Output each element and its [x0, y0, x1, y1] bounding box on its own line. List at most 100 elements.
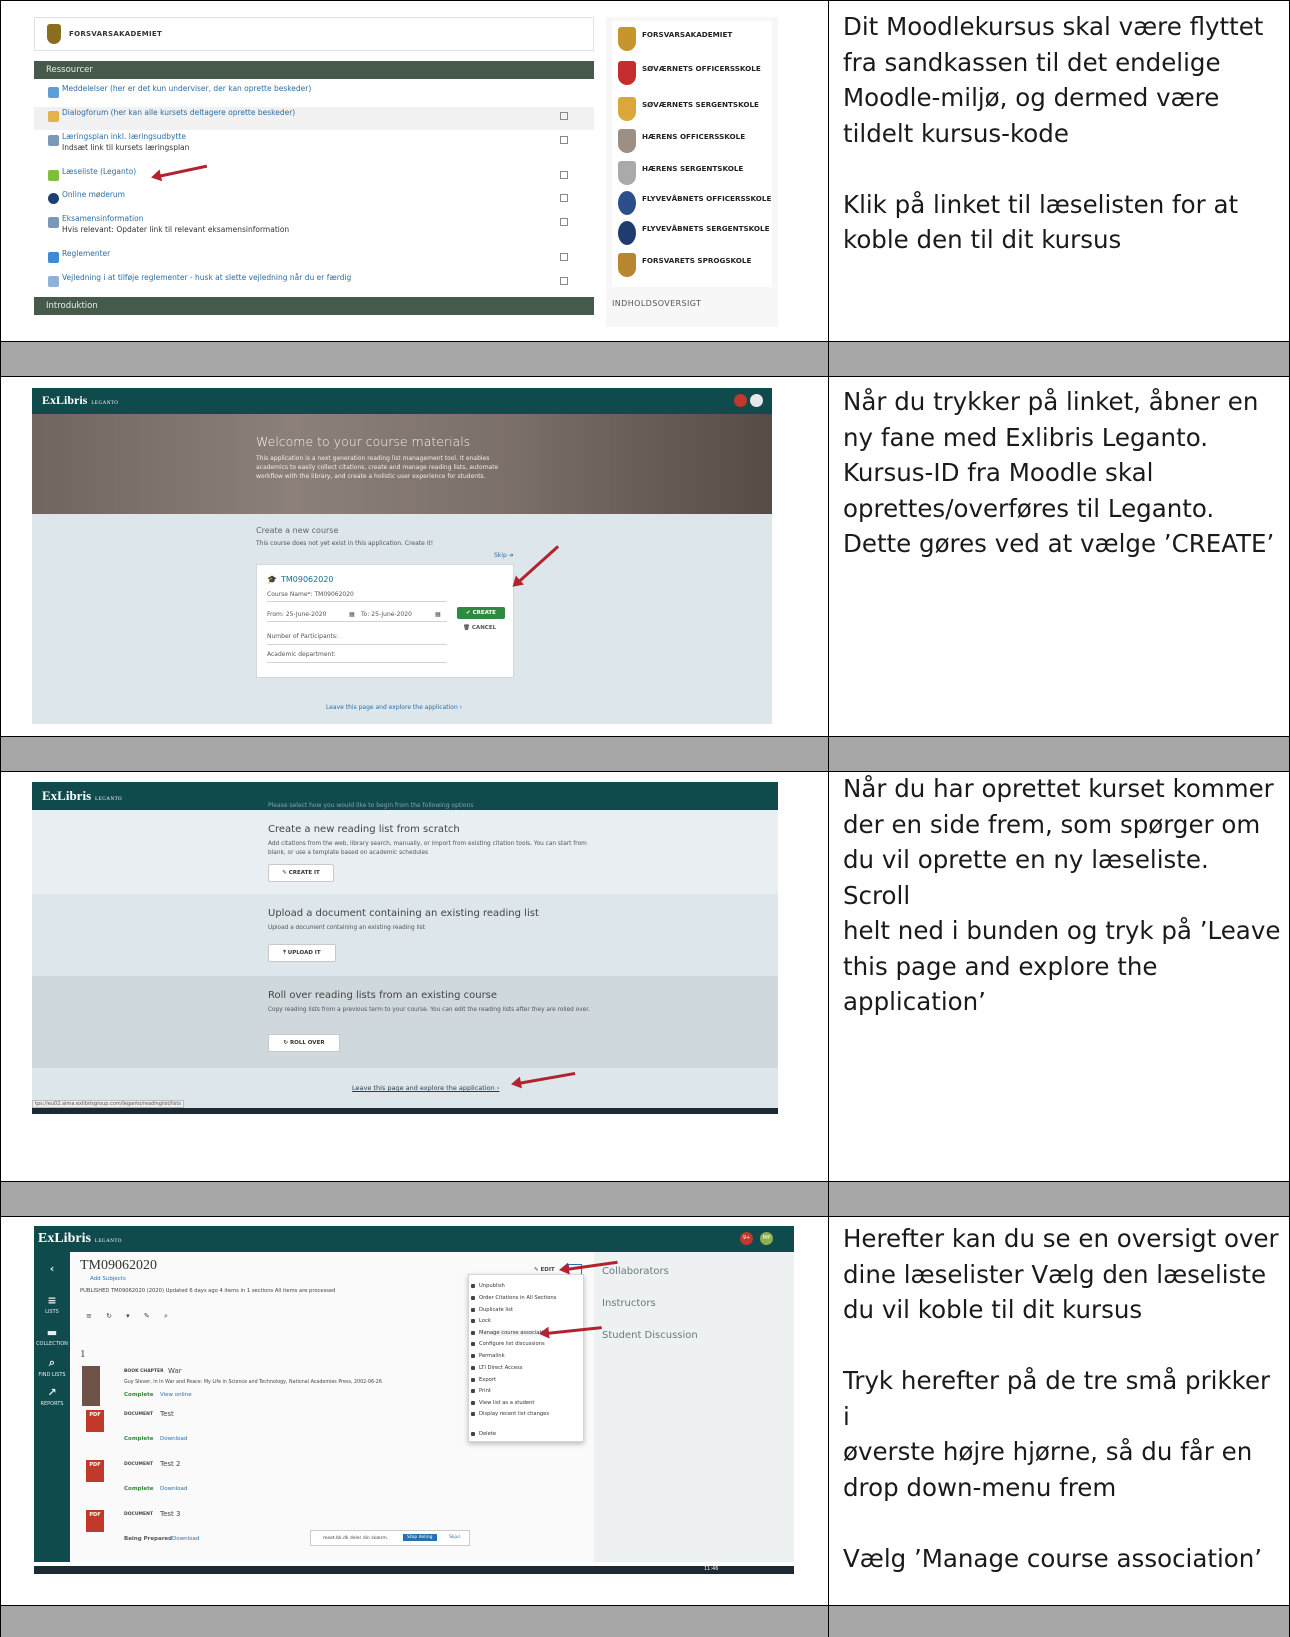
menu-item[interactable]: Duplicate list: [471, 1307, 513, 1313]
hide-button[interactable]: Skjul: [449, 1535, 460, 1540]
student-discussion-link[interactable]: Student Discussion: [602, 1330, 698, 1341]
completion-checkbox[interactable]: [560, 194, 568, 202]
taskbar-edge: [32, 1108, 778, 1114]
item-action[interactable]: Download: [160, 1486, 187, 1492]
skip-link[interactable]: Skip ➔: [494, 552, 514, 559]
resource-link-dialogforum[interactable]: Dialogforum (her kan alle kursets deltag…: [34, 107, 594, 130]
add-subjects-link[interactable]: Add Subjects: [90, 1276, 126, 1282]
completion-checkbox[interactable]: [560, 136, 568, 144]
list-title: TM09062020: [80, 1258, 157, 1273]
resource-link-guide[interactable]: Vejledning i at tilføje reglementer - hu…: [34, 272, 594, 295]
cancel-button[interactable]: 🗑 CANCEL: [463, 625, 496, 631]
pdf-icon: PDF: [86, 1460, 104, 1482]
pdf-icon: PDF: [86, 1410, 104, 1432]
book-cover: [82, 1366, 100, 1406]
completion-checkbox[interactable]: [560, 112, 568, 120]
edit-button[interactable]: ✎ EDIT: [534, 1267, 555, 1273]
crest-icon: [618, 191, 636, 215]
nav-lists[interactable]: ≡ LISTS: [34, 1294, 70, 1315]
nav-find-lists[interactable]: ⌕ FIND LISTS: [34, 1356, 70, 1378]
resource-link-regulations[interactable]: Reglementer: [34, 248, 594, 271]
item-action[interactable]: Download: [160, 1436, 187, 1442]
department-select[interactable]: Academic department:: [267, 651, 336, 658]
create-course-title: Create a new course: [256, 526, 339, 535]
menu-item[interactable]: Unpublish: [471, 1283, 505, 1289]
create-it-button[interactable]: ✎ CREATE IT: [268, 864, 334, 882]
item-title[interactable]: War: [168, 1367, 182, 1375]
graduation-cap-icon: 🎓: [267, 575, 277, 584]
more-options-menu: Unpublish Order Citations in All Section…: [468, 1274, 584, 1442]
field-underline: [267, 644, 447, 645]
menu-item-delete[interactable]: Delete: [470, 1431, 496, 1437]
item-title[interactable]: Test 2: [160, 1460, 180, 1468]
menu-item[interactable]: Export: [471, 1377, 496, 1383]
item-action[interactable]: Download: [172, 1536, 199, 1542]
option-text: Upload a document containing an existing…: [268, 925, 426, 931]
menu-item[interactable]: LTI Direct Access: [470, 1365, 522, 1371]
crest-icon: [618, 129, 636, 153]
windows-taskbar: 11:46: [34, 1566, 794, 1574]
create-button[interactable]: ✔ CREATE: [457, 607, 505, 619]
list-meta: PUBLISHED TM09062020 (2020) Updated 6 da…: [80, 1288, 336, 1294]
brand-logo: ExLibris LEGANTO: [42, 788, 123, 803]
create-course-section: Create a new course This course does not…: [32, 514, 772, 724]
item-title[interactable]: Test: [160, 1410, 174, 1418]
nav-reports[interactable]: ↗ REPORTS: [34, 1386, 70, 1407]
field-underline: [267, 621, 447, 622]
roll-over-button[interactable]: ↻ ROLL OVER: [268, 1034, 340, 1052]
resource-link-announcements[interactable]: Meddelelser (her er det kun underviser, …: [34, 83, 594, 106]
step-description: Når du trykker på linket, åbner en ny fan…: [843, 387, 1275, 558]
resource-link-reading-list[interactable]: Læseliste (Leganto): [34, 166, 594, 189]
end-date-field[interactable]: To: 25-June-2020: [361, 611, 412, 618]
crest-icon: [47, 24, 61, 44]
completion-checkbox[interactable]: [560, 171, 568, 179]
completion-checkbox[interactable]: [560, 253, 568, 261]
calendar-icon[interactable]: ▦: [349, 611, 355, 618]
status-url: tps://eu02.alma.exlibrisgroup.com/legant…: [32, 1100, 184, 1108]
option-rollover: Roll over reading lists from an existing…: [32, 976, 778, 1068]
step-description: Dit Moodlekursus skal være flyttet fra sa…: [843, 12, 1264, 254]
nav-collection[interactable]: ▬ COLLECTION: [34, 1326, 70, 1347]
menu-item[interactable]: View list as a student: [470, 1400, 534, 1406]
stop-sharing-button[interactable]: Stop deling: [403, 1534, 437, 1541]
start-date-field[interactable]: From: 25-June-2020: [267, 611, 326, 618]
menu-item[interactable]: Lock: [471, 1318, 491, 1324]
forum-icon: [48, 87, 59, 98]
item-status: Complete: [124, 1392, 154, 1398]
collaborators-link[interactable]: Collaborators: [602, 1266, 669, 1277]
completion-checkbox[interactable]: [560, 218, 568, 226]
back-icon[interactable]: ‹: [34, 1262, 70, 1277]
table-row-divider: [0, 1216, 1290, 1217]
menu-item[interactable]: Configure list discussions: [471, 1341, 545, 1347]
upload-it-button[interactable]: ⤒ UPLOAD IT: [268, 944, 336, 962]
step-description: Herefter kan du se en oversigt over dine …: [843, 1224, 1279, 1573]
notification-icon[interactable]: 9+: [740, 1232, 753, 1245]
leave-page-link[interactable]: Leave this page and explore the applicat…: [352, 1084, 499, 1092]
avatar[interactable]: MP: [760, 1232, 773, 1245]
resource-link-online-meeting[interactable]: Online møderum: [34, 189, 594, 212]
resource-link-learning-plan[interactable]: Læringsplan inkl. læringsudbytte Indsæt l…: [34, 131, 594, 161]
item-title[interactable]: Test 3: [160, 1510, 180, 1518]
calendar-icon[interactable]: ▦: [435, 611, 441, 618]
crest-icon: [618, 27, 636, 51]
section-header: Ressourcer: [34, 61, 594, 79]
leganto-create-screenshot: ExLibris LEGANTO Welcome to your course m…: [32, 388, 772, 729]
participants-field[interactable]: Number of Participants:: [267, 633, 338, 640]
school-list: FORSVARSAKADEMIET SØVÆRNETS OFFICERSSKOL…: [612, 21, 772, 287]
leave-page-link[interactable]: Leave this page and explore the applicat…: [326, 704, 462, 711]
menu-item[interactable]: Display recent list changes: [470, 1411, 549, 1417]
menu-item[interactable]: Order Citations in All Sections: [470, 1295, 556, 1301]
course-name-field[interactable]: Course Name*: TM09062020: [267, 591, 354, 598]
avatar[interactable]: [750, 394, 763, 407]
notification-icon[interactable]: [734, 394, 747, 407]
item-status: Being Prepared: [124, 1536, 173, 1542]
resource-link-exam-info[interactable]: Eksamensinformation Hvis relevant: Opdate…: [34, 213, 594, 243]
menu-item[interactable]: Print: [471, 1388, 491, 1394]
menu-item[interactable]: Permalink: [471, 1353, 505, 1359]
list-side-panel: Collaborators Instructors Student Discus…: [594, 1252, 794, 1562]
toolbar-icons[interactable]: ≡ ↻ ▾ ✎ ⌕: [86, 1312, 174, 1321]
completion-checkbox[interactable]: [560, 277, 568, 285]
item-action[interactable]: View online: [160, 1392, 192, 1398]
instructors-link[interactable]: Instructors: [602, 1298, 656, 1309]
spacer-row: [829, 1606, 1289, 1637]
